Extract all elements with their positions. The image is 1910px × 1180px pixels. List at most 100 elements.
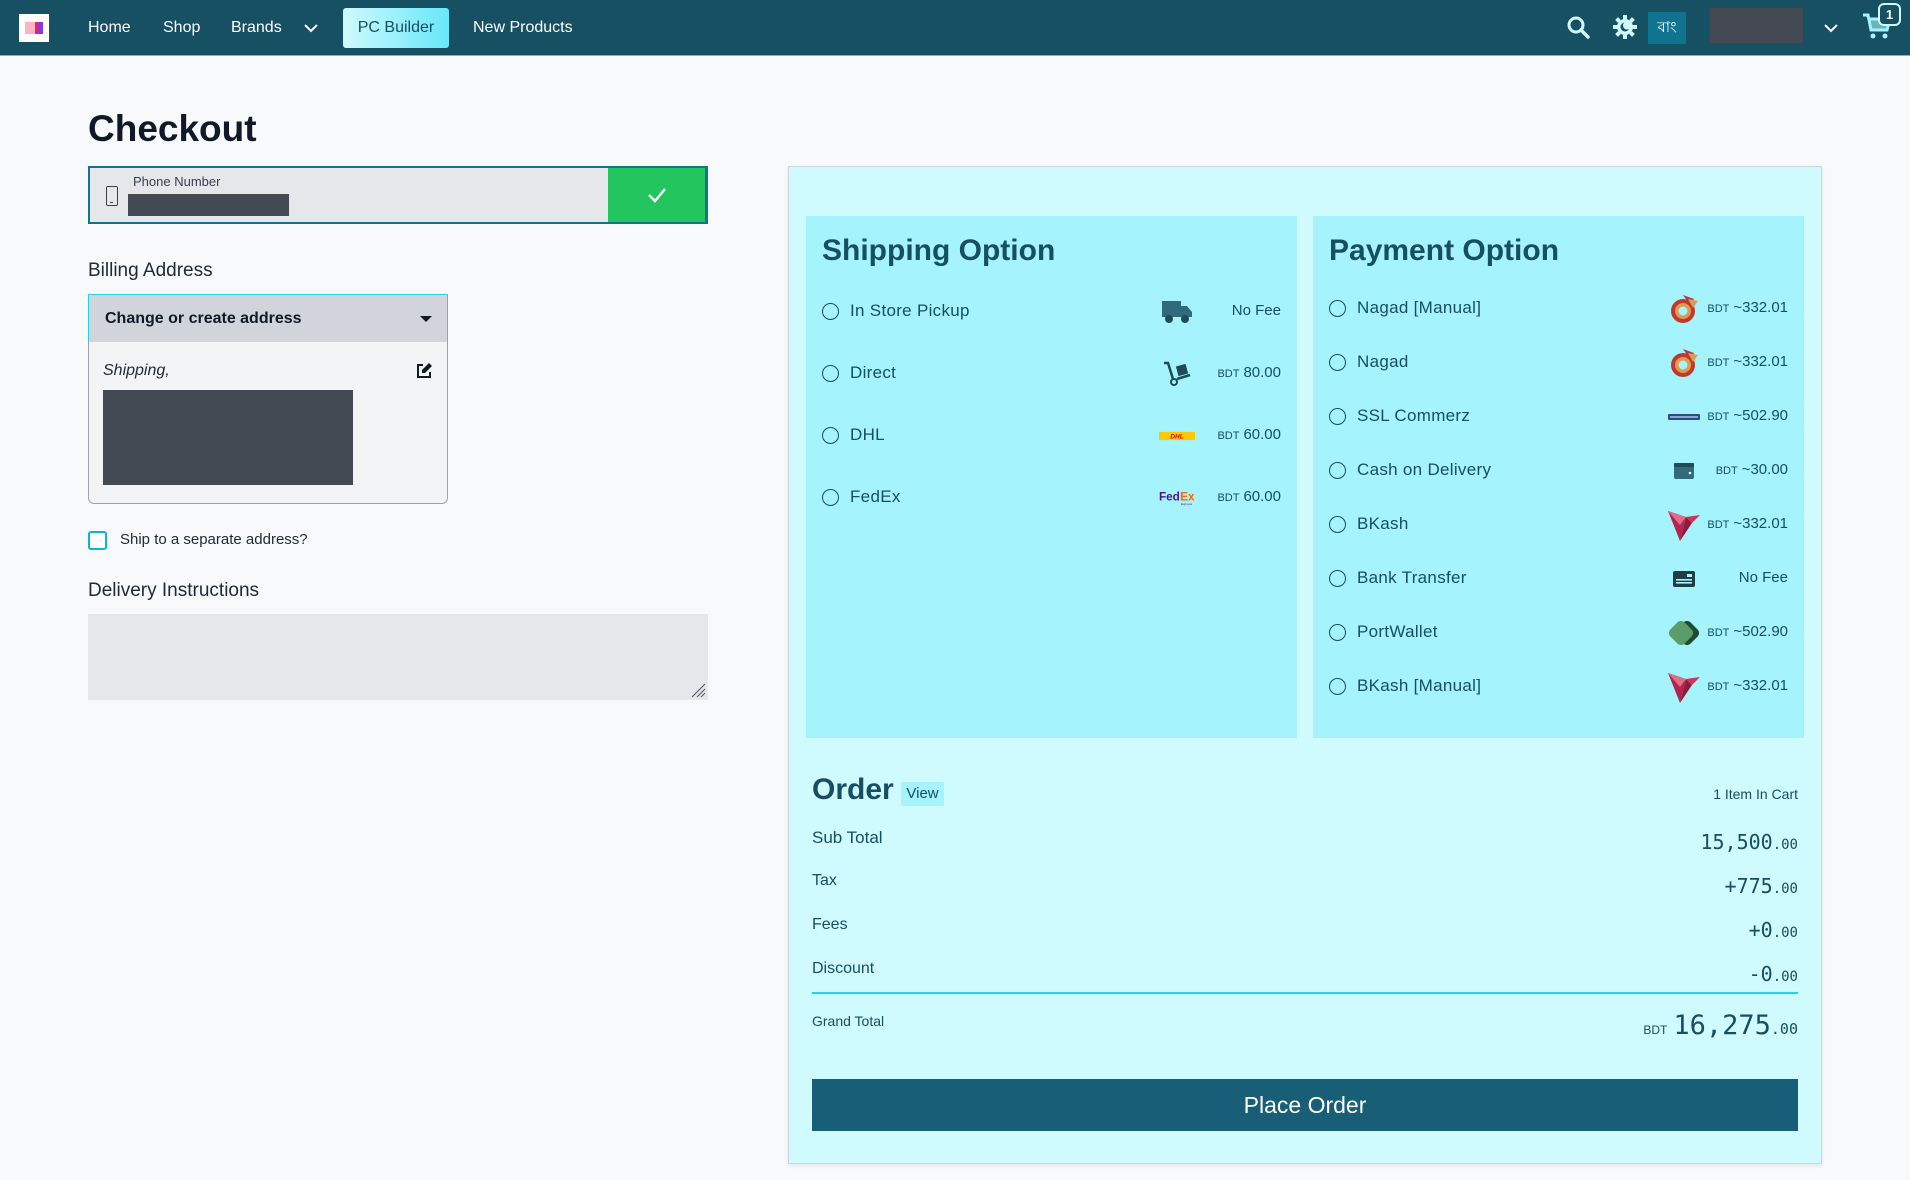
store-logo[interactable] [19, 14, 49, 42]
edit-address-icon[interactable] [415, 362, 433, 380]
shipping-radio[interactable] [822, 489, 839, 506]
payment-option[interactable]: Nagad [Manual] BDT ~332.01 [1329, 295, 1788, 323]
shipping-option[interactable]: In Store Pickup No Fee [822, 298, 1281, 326]
payment-option-label: Nagad [1357, 352, 1409, 371]
payment-option-title: Payment Option [1329, 234, 1560, 267]
tax-dec: .00 [1772, 881, 1798, 897]
shipping-option-title: Shipping Option [822, 234, 1056, 267]
fees-dec: .00 [1772, 925, 1798, 941]
address-select-label: Change or create address [105, 310, 302, 327]
shipping-option-label: FedEx [850, 487, 901, 506]
payment-option-label: Nagad [Manual] [1357, 298, 1482, 317]
hand-truck-icon [1159, 360, 1195, 388]
payment-option[interactable]: Bank Transfer No Fee [1329, 565, 1788, 593]
grand-total-value: BDT 16,275.00 [1643, 1010, 1798, 1041]
search-icon[interactable] [1565, 14, 1591, 40]
payment-radio[interactable] [1329, 624, 1346, 641]
payment-fee-currency: BDT [1707, 681, 1730, 693]
payment-fee-amount: ~332.01 [1733, 677, 1788, 694]
ship-separate-label[interactable]: Ship to a separate address? [120, 531, 308, 548]
payment-fee-currency: BDT [1715, 465, 1738, 477]
phone-number-field[interactable]: Phone Number [88, 166, 708, 224]
phone-number-value-redacted[interactable] [128, 194, 289, 216]
user-account-menu[interactable] [1710, 8, 1803, 43]
payment-radio[interactable] [1329, 570, 1346, 587]
view-order-button[interactable]: View [901, 782, 944, 806]
shipping-radio[interactable] [822, 365, 839, 382]
payment-fee-amount: No Fee [1738, 569, 1788, 586]
address-details-redacted [103, 390, 353, 485]
shipping-option[interactable]: FedEx Fed Ex Express BDT 60.00 [822, 484, 1281, 512]
payment-option[interactable]: PortWallet BDT ~502.90 [1329, 619, 1788, 647]
items-in-cart-text: 1 Item In Cart [1713, 786, 1798, 802]
grand-total-currency: BDT [1643, 1023, 1668, 1037]
shipping-radio[interactable] [822, 303, 839, 320]
payment-radio[interactable] [1329, 300, 1346, 317]
grand-total-int: 16,275 [1673, 1010, 1771, 1041]
nav-new-products[interactable]: New Products [473, 0, 573, 56]
payment-option[interactable]: BKash BDT ~332.01 [1329, 511, 1788, 541]
shipping-option[interactable]: DHL DHL BDT 60.00 [822, 422, 1281, 450]
shipping-option-fee: BDT 80.00 [1217, 364, 1281, 381]
shipping-fee-amount: 80.00 [1243, 364, 1281, 381]
account-chevron-down-icon[interactable] [1822, 20, 1840, 36]
discount-dec: .00 [1772, 969, 1798, 985]
confirm-phone-button[interactable] [608, 168, 705, 222]
payment-radio[interactable] [1329, 678, 1346, 695]
logo-mark-icon [25, 22, 43, 34]
payment-option[interactable]: Cash on Delivery BDT ~30.00 [1329, 457, 1788, 485]
payment-radio[interactable] [1329, 516, 1346, 533]
payment-option-fee: BDT ~502.90 [1707, 407, 1788, 424]
payment-option-fee: BDT ~332.01 [1707, 677, 1788, 694]
payment-option-fee: No Fee [1735, 569, 1788, 586]
payment-option-fee: BDT ~332.01 [1707, 299, 1788, 316]
payment-option-label: SSL Commerz [1357, 406, 1471, 425]
shipping-fee-currency: BDT [1217, 492, 1240, 504]
bkash-logo-icon [1666, 673, 1702, 703]
shipping-option[interactable]: Direct BDT 80.00 [822, 360, 1281, 388]
subtotal-value: 15,500.00 [1700, 830, 1798, 854]
payment-option[interactable]: Nagad BDT ~332.01 [1329, 349, 1788, 377]
shipping-option-label: Direct [850, 363, 897, 382]
address-select-dropdown[interactable]: Change or create address [88, 294, 448, 343]
nav-shop[interactable]: Shop [163, 0, 200, 56]
nagad-logo-icon [1666, 295, 1702, 323]
payment-fee-currency: BDT [1707, 411, 1730, 423]
tax-sign: + [1724, 874, 1737, 898]
nav-pc-builder[interactable]: PC Builder [343, 8, 449, 48]
shipping-option-label: In Store Pickup [850, 301, 970, 320]
payment-option[interactable]: SSL Commerz BDT ~502.90 [1329, 403, 1788, 431]
phone-number-label: Phone Number [133, 174, 221, 189]
theme-toggle-icon[interactable] [1612, 14, 1638, 40]
payment-radio[interactable] [1329, 408, 1346, 425]
payment-fee-amount: ~502.90 [1733, 407, 1788, 424]
shipping-radio[interactable] [822, 427, 839, 444]
delivery-instructions-input[interactable] [88, 614, 708, 700]
payment-radio[interactable] [1329, 354, 1346, 371]
language-toggle[interactable]: বাং [1648, 12, 1686, 44]
caret-down-icon [420, 316, 432, 322]
payment-option-label: Cash on Delivery [1357, 460, 1492, 479]
check-icon [647, 188, 666, 203]
discount-int: 0 [1760, 962, 1773, 986]
place-order-button[interactable]: Place Order [812, 1079, 1798, 1131]
ship-separate-checkbox[interactable] [88, 531, 107, 550]
payment-option[interactable]: BKash [Manual] BDT ~332.01 [1329, 673, 1788, 703]
bank-card-icon [1666, 565, 1702, 593]
nav-home[interactable]: Home [88, 0, 131, 56]
brands-chevron-down-icon[interactable] [302, 20, 320, 36]
resize-grip-icon[interactable] [688, 682, 706, 698]
subtotal-int: 15,500 [1700, 830, 1773, 854]
discount-sign: - [1748, 962, 1761, 986]
fees-label: Fees [812, 916, 848, 933]
payment-radio[interactable] [1329, 462, 1346, 479]
page-title: Checkout [88, 108, 257, 149]
fees-sign: + [1748, 918, 1761, 942]
nav-brands[interactable]: Brands [231, 0, 282, 56]
payment-fee-amount: ~502.90 [1733, 623, 1788, 640]
address-card-title: Shipping, [103, 362, 170, 379]
grand-total-label: Grand Total [812, 1013, 885, 1029]
mobile-phone-icon [106, 186, 118, 206]
shipping-fee-amount: 60.00 [1243, 426, 1281, 443]
shipping-option-label: DHL [850, 425, 885, 444]
